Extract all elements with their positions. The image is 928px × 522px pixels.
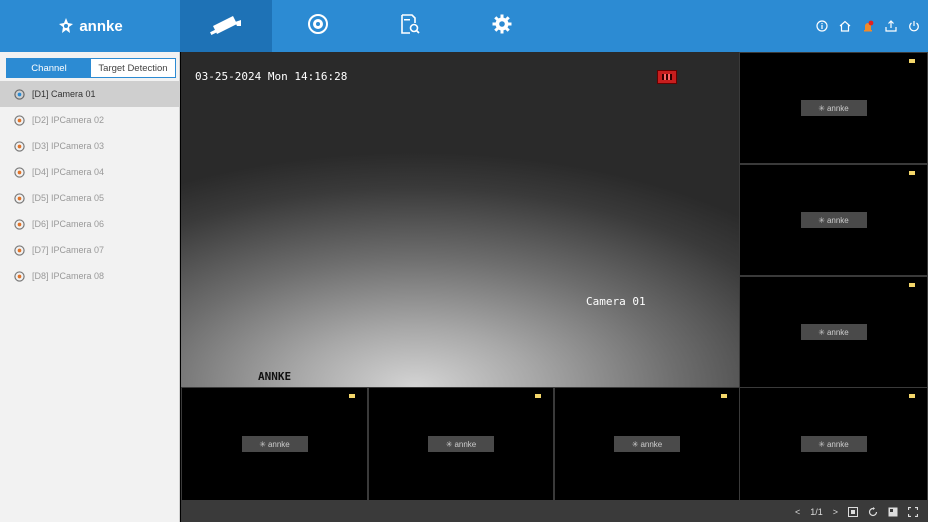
live-view-grid: 03-25-2024 Mon 14:16:28 Camera 01 ANNKE … <box>181 52 928 501</box>
top-bar: annke <box>0 0 928 52</box>
camera-label: [D1] Camera 01 <box>32 89 96 99</box>
status-flag-icon <box>909 59 915 63</box>
camera-icon <box>209 12 243 41</box>
camera-tile-4[interactable]: ✳ annke <box>739 276 928 388</box>
channel-panel: Channel Target Detection [D1] Camera 01 … <box>0 52 180 522</box>
prev-page-button[interactable]: < <box>795 507 800 517</box>
power-icon[interactable] <box>907 20 920 33</box>
camera-tile-3[interactable]: ✳ annke <box>739 164 928 276</box>
export-icon[interactable] <box>884 20 897 33</box>
main-camera-view[interactable]: 03-25-2024 Mon 14:16:28 Camera 01 ANNKE <box>181 52 739 387</box>
camera-tile-7[interactable]: ✳ annke <box>554 387 740 501</box>
playback-icon <box>307 13 329 40</box>
status-flag-icon <box>349 394 355 398</box>
camera-status-icon <box>14 244 25 256</box>
tile-placeholder-logo: ✳ annke <box>800 100 867 116</box>
camera-label: [D4] IPCamera 04 <box>32 167 105 177</box>
osd-brand-overlay: ANNKE <box>258 370 292 383</box>
tile-placeholder-logo: ✳ annke <box>800 212 867 228</box>
tab-playback[interactable] <box>272 0 364 52</box>
camera-item-d8[interactable]: [D8] IPCamera 08 <box>0 263 180 289</box>
status-flag-icon <box>909 171 915 175</box>
annke-mini-icon: ✳ <box>818 103 825 113</box>
brand-text: annke <box>79 17 123 35</box>
annke-mini-icon: ✳ <box>818 439 825 449</box>
refresh-icon[interactable] <box>868 506 878 517</box>
status-flag-icon <box>909 283 915 287</box>
recording-indicator-icon <box>657 70 677 84</box>
camera-status-icon <box>14 218 25 230</box>
camera-item-d6[interactable]: [D6] IPCamera 06 <box>0 211 180 237</box>
layout-grid-icon[interactable] <box>848 506 858 517</box>
annke-logo: annke <box>0 0 180 52</box>
camera-tile-6[interactable]: ✳ annke <box>368 387 554 501</box>
tile-placeholder-logo: ✳ annke <box>800 436 867 452</box>
tab-settings[interactable] <box>456 0 548 52</box>
camera-label: [D2] IPCamera 02 <box>32 115 105 125</box>
osd-timestamp: 03-25-2024 Mon 14:16:28 <box>195 70 348 83</box>
bottom-toolbar: < 1/1 > <box>181 501 928 522</box>
nvr-app: annke Channel Target Detection [D1] Came… <box>0 0 928 522</box>
camera-item-d4[interactable]: [D4] IPCamera 04 <box>0 159 180 185</box>
screen-layout-icon[interactable] <box>888 507 898 517</box>
tile-placeholder-logo: ✳ annke <box>614 436 680 452</box>
status-flag-icon <box>909 394 915 398</box>
camera-item-d5[interactable]: [D5] IPCamera 05 <box>0 185 180 211</box>
camera-item-d2[interactable]: [D2] IPCamera 02 <box>0 107 180 133</box>
status-flag-icon <box>721 394 727 398</box>
home-icon[interactable] <box>838 20 851 33</box>
annke-mini-icon: ✳ <box>818 327 825 337</box>
camera-status-icon <box>14 88 25 100</box>
camera-status-icon <box>14 270 25 282</box>
osd-camera-name: Camera 01 <box>586 295 646 308</box>
camera-label: [D5] IPCamera 05 <box>32 193 105 203</box>
info-icon[interactable] <box>815 20 828 33</box>
annke-mini-icon: ✳ <box>818 215 825 225</box>
status-flag-icon <box>535 394 541 398</box>
camera-item-d1[interactable]: [D1] Camera 01 <box>0 81 180 107</box>
camera-tile-2[interactable]: ✳ annke <box>739 52 928 164</box>
fullscreen-icon[interactable] <box>908 506 918 517</box>
camera-label: [D6] IPCamera 06 <box>32 219 105 229</box>
page-indicator: 1/1 <box>810 506 823 517</box>
next-page-button[interactable]: > <box>833 507 838 517</box>
camera-status-icon <box>14 114 25 126</box>
annke-mini-icon: ✳ <box>259 439 266 449</box>
gear-icon <box>492 14 512 39</box>
camera-item-d3[interactable]: [D3] IPCamera 03 <box>0 133 180 159</box>
camera-status-icon <box>14 140 25 152</box>
pagination-controls: < 1/1 > <box>795 501 918 522</box>
tile-placeholder-logo: ✳ annke <box>800 324 867 340</box>
camera-status-icon <box>14 192 25 204</box>
annke-mini-icon: ✳ <box>445 439 453 449</box>
annke-mini-icon: ✳ <box>631 439 639 449</box>
top-right-icons <box>815 0 920 52</box>
tab-channel[interactable]: Channel <box>7 59 91 77</box>
file-search-icon <box>400 13 420 40</box>
tab-search[interactable] <box>364 0 456 52</box>
tile-placeholder-logo: ✳ annke <box>241 436 308 452</box>
camera-list: [D1] Camera 01 [D2] IPCamera 02 [D3] IPC… <box>0 81 180 289</box>
annke-logo-icon <box>57 17 75 35</box>
tile-placeholder-logo: ✳ annke <box>428 436 494 452</box>
tab-live-view[interactable] <box>180 0 272 52</box>
camera-label: [D3] IPCamera 03 <box>32 141 105 151</box>
panel-tabs: Channel Target Detection <box>6 58 176 78</box>
camera-tile-8[interactable]: ✳ annke <box>739 387 928 501</box>
tab-target-detection[interactable]: Target Detection <box>91 59 175 77</box>
camera-status-icon <box>14 166 25 178</box>
camera-tile-5[interactable]: ✳ annke <box>181 387 368 501</box>
camera-label: [D7] IPCamera 07 <box>32 245 105 255</box>
alarm-icon[interactable] <box>861 20 874 33</box>
camera-item-d7[interactable]: [D7] IPCamera 07 <box>0 237 180 263</box>
camera-label: [D8] IPCamera 08 <box>32 271 105 281</box>
